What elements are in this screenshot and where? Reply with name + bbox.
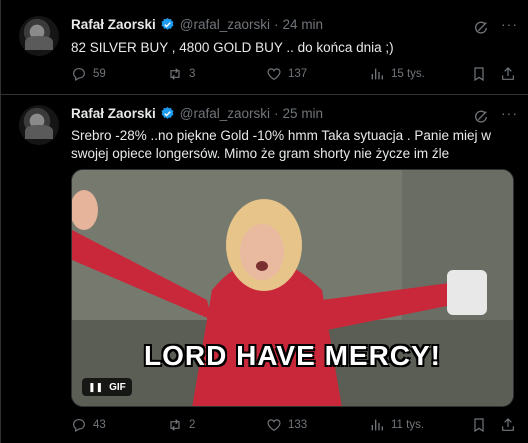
bookmark-icon[interactable]	[471, 66, 487, 82]
gif-caption: LORD HAVE MERCY!	[143, 340, 442, 371]
repost-count: 3	[189, 68, 196, 80]
timestamp[interactable]: 24 min	[283, 17, 324, 32]
repost-count: 2	[189, 419, 196, 431]
tweet-actions: 59 3 137 15 tys.	[71, 66, 521, 84]
like-button[interactable]: 137	[266, 66, 307, 82]
repost-button[interactable]: 2	[167, 417, 195, 433]
grok-icon[interactable]	[473, 109, 489, 125]
reply-count: 59	[93, 68, 106, 80]
share-icon[interactable]	[500, 417, 516, 433]
author-name[interactable]: Rafał Zaorski	[71, 106, 156, 121]
gif-media[interactable]: LORD HAVE MERCY! ❚❚ GIF	[71, 169, 514, 407]
tweet-header: Rafał Zaorski @rafal_zaorski · 25 min	[71, 106, 323, 121]
author-handle[interactable]: @rafal_zaorski	[180, 106, 270, 121]
separator-dot: ·	[274, 17, 279, 32]
timeline: Rafał Zaorski @rafal_zaorski · 24 min ··…	[0, 0, 528, 443]
more-icon[interactable]: ···	[501, 16, 518, 32]
author-handle[interactable]: @rafal_zaorski	[180, 17, 270, 32]
share-icon[interactable]	[500, 66, 516, 82]
avatar[interactable]	[19, 105, 59, 145]
like-button[interactable]: 133	[266, 417, 307, 433]
avatar[interactable]	[19, 16, 59, 56]
tweet-actions: 43 2 133 11 tys.	[71, 417, 521, 435]
repost-button[interactable]: 3	[167, 66, 195, 82]
views-icon	[371, 68, 383, 80]
reply-icon	[73, 419, 85, 433]
like-icon	[267, 419, 281, 432]
tweet[interactable]: Rafał Zaorski @rafal_zaorski · 25 min ··…	[1, 95, 528, 443]
more-icon[interactable]: ···	[501, 105, 518, 121]
pause-icon[interactable]: ❚❚	[88, 382, 103, 393]
verified-icon	[161, 106, 174, 119]
tweet-text: 82 SILVER BUY , 4800 GOLD BUY .. do końc…	[71, 40, 394, 55]
views-button[interactable]: 15 tys.	[369, 66, 425, 82]
tweet-text: Srebro -28% ..no piękne Gold -10% hmm Ta…	[71, 128, 491, 161]
like-count: 137	[288, 68, 308, 80]
view-count: 15 tys.	[391, 68, 425, 80]
author-name[interactable]: Rafał Zaorski	[71, 17, 156, 32]
repost-icon	[170, 68, 180, 80]
reply-icon	[73, 68, 85, 82]
like-icon	[267, 68, 281, 81]
timestamp[interactable]: 25 min	[283, 106, 324, 121]
grok-icon[interactable]	[473, 20, 489, 36]
verified-icon	[161, 17, 174, 30]
tweet[interactable]: Rafał Zaorski @rafal_zaorski · 24 min ··…	[1, 0, 528, 95]
reply-button[interactable]: 43	[71, 417, 106, 433]
views-button[interactable]: 11 tys.	[369, 417, 424, 433]
repost-icon	[170, 419, 180, 431]
bookmark-icon[interactable]	[471, 417, 487, 433]
separator-dot: ·	[274, 106, 279, 121]
reply-button[interactable]: 59	[71, 66, 106, 82]
reply-count: 43	[93, 419, 106, 431]
gif-label: GIF	[109, 381, 126, 393]
tweet-header: Rafał Zaorski @rafal_zaorski · 24 min	[71, 17, 323, 32]
like-count: 133	[288, 419, 308, 431]
views-icon	[371, 419, 383, 431]
gif-badge[interactable]: ❚❚ GIF	[82, 378, 132, 396]
view-count: 11 tys.	[391, 419, 425, 431]
